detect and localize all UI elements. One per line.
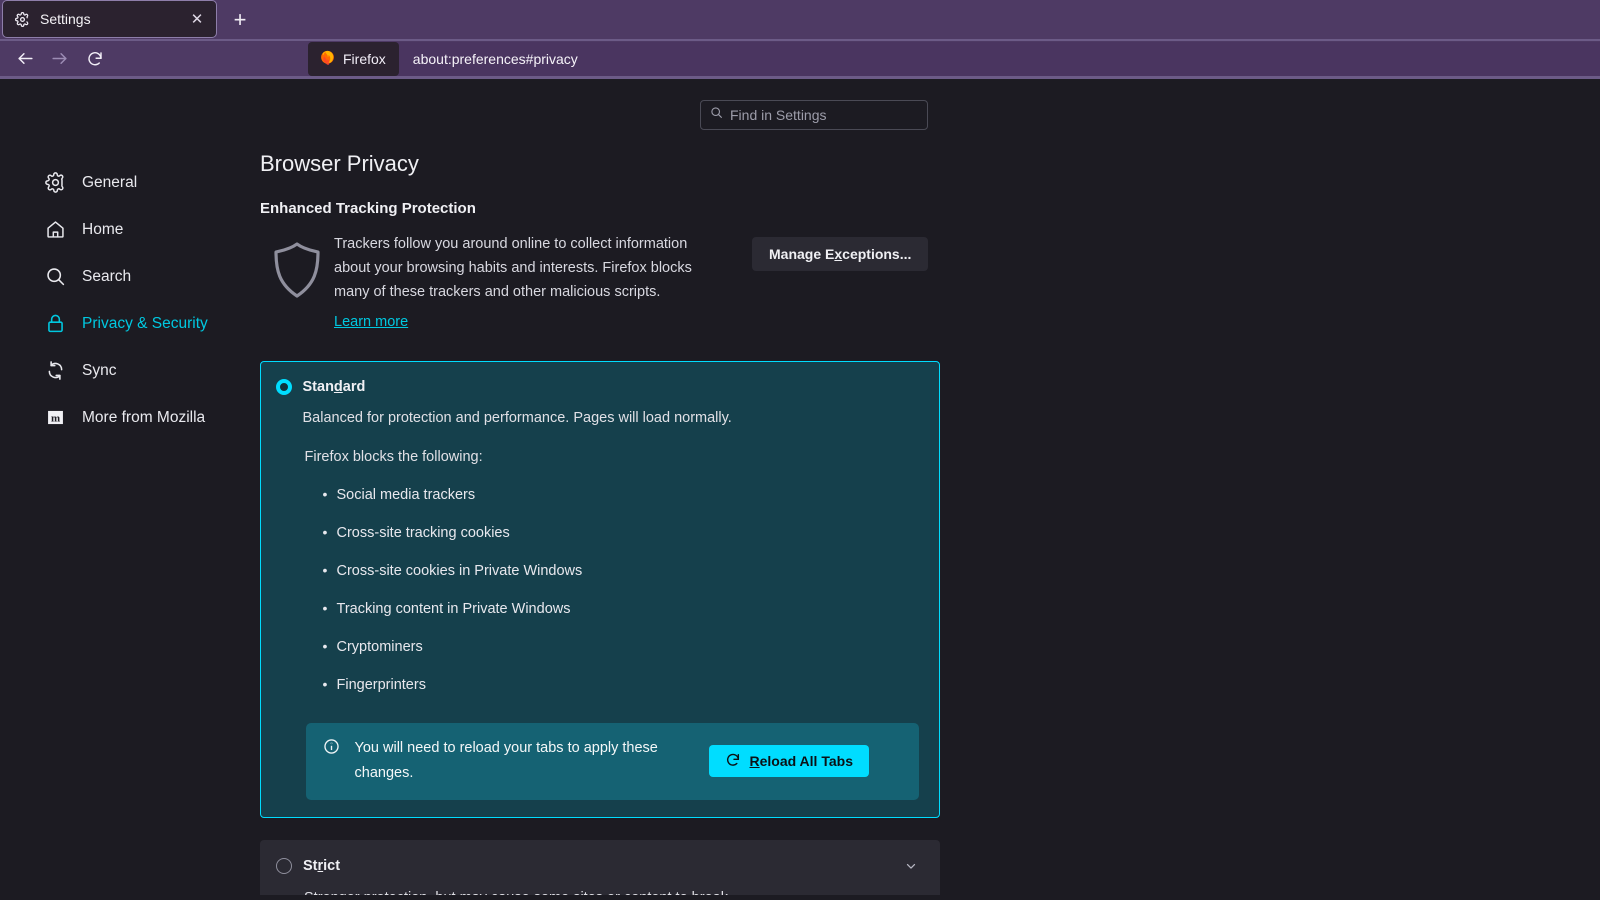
chevron-down-icon[interactable] <box>904 859 918 873</box>
url-bar[interactable]: Firefox about:preferences#privacy <box>308 42 1600 76</box>
sidebar-item-sync[interactable]: Sync <box>38 347 260 394</box>
gear-icon <box>44 172 66 194</box>
standard-radio-button[interactable] <box>276 379 292 395</box>
standard-description: Balanced for protection and performance.… <box>303 410 919 426</box>
list-item: Cross-site cookies in Private Windows <box>323 563 919 579</box>
sidebar-item-more-from-mozilla[interactable]: m More from Mozilla <box>38 394 260 441</box>
page-title: Browser Privacy <box>260 151 940 177</box>
search-placeholder: Find in Settings <box>730 107 827 123</box>
etp-description-block: Trackers follow you around online to col… <box>334 233 710 335</box>
list-item: Social media trackers <box>323 487 919 503</box>
sidebar-item-privacy-security[interactable]: Privacy & Security <box>38 300 260 347</box>
strict-header[interactable]: Strict <box>276 858 918 874</box>
arrow-left-icon[interactable] <box>8 44 42 74</box>
list-item: Fingerprinters <box>323 677 919 693</box>
reload-icon[interactable] <box>78 44 112 74</box>
strict-description: Stronger protection, but may cause some … <box>304 890 918 895</box>
list-item: Tracking content in Private Windows <box>323 601 919 617</box>
sidebar-item-home[interactable]: Home <box>38 206 260 253</box>
sidebar-item-label: Sync <box>82 362 116 380</box>
firefox-logo-icon <box>319 48 336 70</box>
settings-sidebar: General Home Search <box>38 130 260 895</box>
url-text[interactable]: about:preferences#privacy <box>399 51 578 67</box>
reload-all-tabs-button[interactable]: Reload All Tabs <box>709 745 869 777</box>
manage-exceptions-button[interactable]: Manage Exceptions... <box>752 237 928 271</box>
etp-option-standard[interactable]: Standard Balanced for protection and per… <box>260 361 940 818</box>
learn-more-link[interactable]: Learn more <box>334 311 408 335</box>
find-in-settings-row: Find in Settings <box>0 79 1600 130</box>
gear-icon <box>14 11 31 28</box>
settings-main: Browser Privacy Enhanced Tracking Protec… <box>260 130 940 895</box>
etp-description: Trackers follow you around online to col… <box>334 236 692 300</box>
browser-chrome: Settings ✕ + <box>0 0 1600 79</box>
reload-all-tabs-label: Reload All Tabs <box>750 753 853 769</box>
sidebar-item-label: Home <box>82 221 123 239</box>
identity-label: Firefox <box>343 51 386 67</box>
sync-icon <box>44 360 66 382</box>
lock-icon <box>44 313 66 335</box>
shield-icon <box>260 233 334 300</box>
sidebar-item-label: Privacy & Security <box>82 315 208 333</box>
standard-header[interactable]: Standard <box>276 379 919 395</box>
reload-tabs-info-bar: You will need to reload your tabs to app… <box>306 723 919 801</box>
sidebar-item-general[interactable]: General <box>38 159 260 206</box>
etp-intro-row: Trackers follow you around online to col… <box>260 233 940 335</box>
sidebar-item-label: Search <box>82 268 131 286</box>
standard-blocks-label: Firefox blocks the following: <box>305 449 919 465</box>
browser-tab-settings[interactable]: Settings ✕ <box>2 0 217 38</box>
manage-exceptions-col: Manage Exceptions... <box>710 233 928 271</box>
plus-icon[interactable]: + <box>223 3 257 37</box>
strict-radio-button[interactable] <box>276 858 292 874</box>
reload-icon <box>725 752 741 771</box>
svg-text:m: m <box>50 412 59 424</box>
tab-title: Settings <box>40 11 178 27</box>
list-item: Cryptominers <box>323 639 919 655</box>
search-icon <box>44 266 66 288</box>
navigation-toolbar: Firefox about:preferences#privacy <box>0 41 1600 79</box>
etp-option-strict[interactable]: Strict Stronger protection, but may caus… <box>260 840 940 895</box>
tab-strip: Settings ✕ + <box>0 0 1600 41</box>
identity-box[interactable]: Firefox <box>308 42 399 76</box>
settings-page: Find in Settings General <box>0 79 1600 895</box>
sidebar-item-label: More from Mozilla <box>82 409 205 427</box>
info-icon <box>323 738 341 755</box>
sidebar-item-search[interactable]: Search <box>38 253 260 300</box>
search-icon <box>710 106 723 124</box>
arrow-right-icon <box>42 44 76 74</box>
list-item: Cross-site tracking cookies <box>323 525 919 541</box>
strict-label: Strict <box>303 858 340 874</box>
section-title-etp: Enhanced Tracking Protection <box>260 200 940 217</box>
home-icon <box>44 219 66 241</box>
sidebar-item-label: General <box>82 174 137 192</box>
standard-blocks-list: Social media trackers Cross-site trackin… <box>323 487 919 693</box>
close-icon[interactable]: ✕ <box>187 9 207 29</box>
reload-tabs-message: You will need to reload your tabs to app… <box>355 736 695 788</box>
search-input[interactable]: Find in Settings <box>700 100 928 130</box>
mozilla-m-icon: m <box>44 407 66 429</box>
standard-label: Standard <box>303 379 366 395</box>
